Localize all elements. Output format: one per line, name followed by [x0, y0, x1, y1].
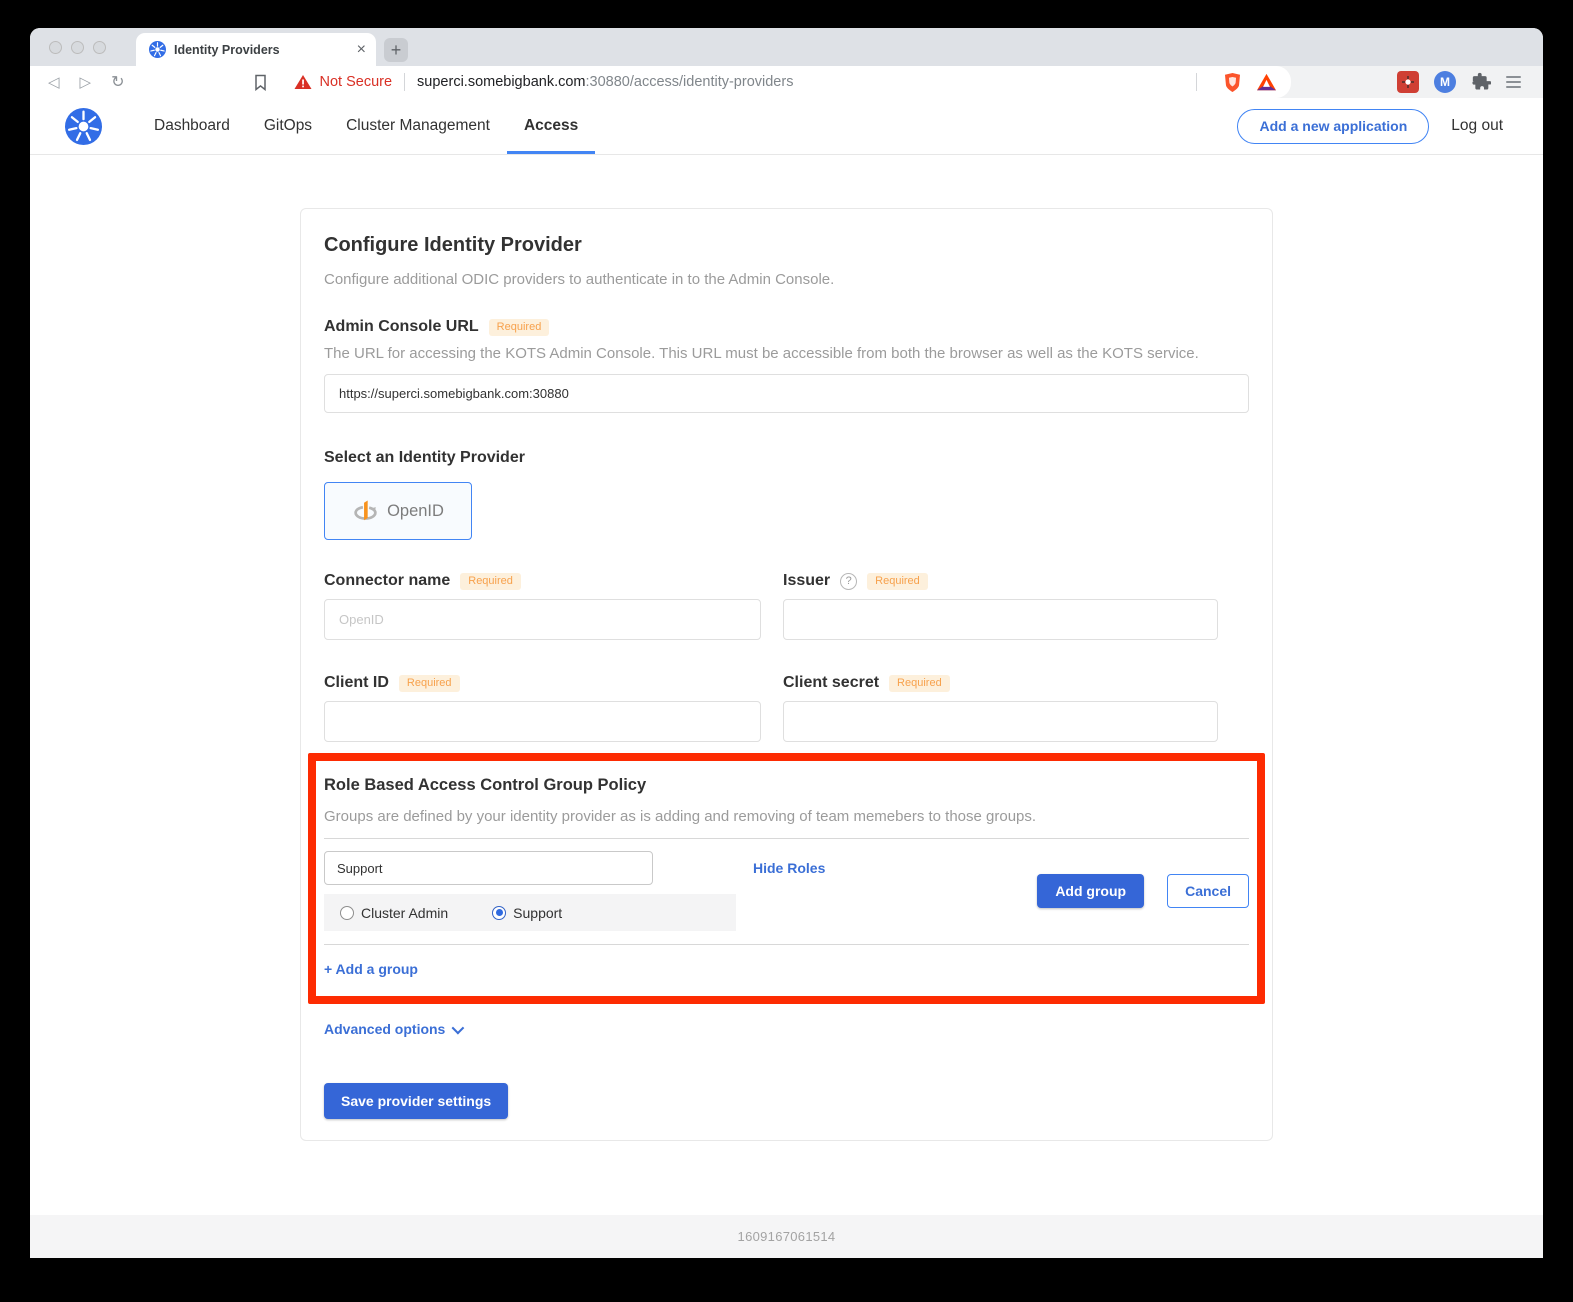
add-new-application-button[interactable]: Add a new application	[1237, 109, 1429, 144]
rbac-section-subtitle: Groups are defined by your identity prov…	[324, 808, 1249, 825]
url-path: :30880/access/identity-providers	[586, 74, 794, 90]
minimize-window-button[interactable]	[71, 41, 84, 54]
window-controls	[30, 31, 123, 64]
connector-name-input[interactable]	[324, 599, 761, 640]
security-chip[interactable]: Not Secure	[294, 74, 393, 90]
extension-icon[interactable]	[1397, 71, 1419, 93]
rbac-section-title: Role Based Access Control Group Policy	[324, 776, 1249, 795]
kubernetes-logo-icon	[65, 108, 102, 145]
admin-console-url-input[interactable]	[324, 374, 1249, 413]
connector-name-label: Connector name	[324, 572, 450, 590]
new-tab-button[interactable]: +	[384, 38, 408, 62]
chevron-down-icon	[452, 1021, 465, 1034]
warning-triangle-icon	[294, 74, 312, 90]
admin-console-url-label: Admin Console URL	[324, 318, 479, 336]
tab-title: Identity Providers	[174, 43, 349, 57]
required-badge: Required	[489, 319, 550, 336]
save-provider-settings-button[interactable]: Save provider settings	[324, 1083, 508, 1119]
nav-item-dashboard[interactable]: Dashboard	[137, 98, 247, 154]
advanced-options-label: Advanced options	[324, 1021, 445, 1037]
issuer-label: Issuer	[783, 572, 830, 590]
openid-provider-button[interactable]: OpenID	[324, 482, 472, 540]
app-header: Dashboard GitOps Cluster Management Acce…	[30, 98, 1543, 155]
client-id-label: Client ID	[324, 674, 389, 692]
divider	[324, 838, 1249, 839]
divider	[324, 944, 1249, 945]
client-id-input[interactable]	[324, 701, 761, 742]
openid-label: OpenID	[387, 502, 444, 521]
menu-icon[interactable]	[1506, 76, 1521, 88]
required-badge: Required	[867, 573, 928, 590]
radio-icon[interactable]	[340, 906, 354, 920]
main-content: Configure Identity Provider Configure ad…	[30, 155, 1543, 1215]
divider	[404, 73, 405, 91]
add-group-button[interactable]: Add group	[1037, 874, 1144, 908]
issuer-input[interactable]	[783, 599, 1218, 640]
advanced-options-toggle[interactable]: Advanced options	[324, 1021, 1249, 1037]
role-label: Cluster Admin	[361, 905, 448, 921]
address-bar[interactable]: ◁ ▷ ↻ Not Secure superci.somebigbank.com…	[30, 66, 1291, 98]
divider	[1196, 73, 1197, 91]
logout-link[interactable]: Log out	[1451, 117, 1503, 135]
url-host: superci.somebigbank.com	[417, 74, 585, 90]
required-badge: Required	[399, 675, 460, 692]
nav-item-gitops[interactable]: GitOps	[247, 98, 329, 154]
browser-window: Identity Providers × + ◁ ▷ ↻ Not Secure …	[30, 28, 1543, 1258]
maximize-window-button[interactable]	[93, 41, 106, 54]
browser-tab[interactable]: Identity Providers ×	[136, 33, 376, 66]
roles-panel: Cluster Admin Support	[324, 894, 736, 931]
tab-bar: Identity Providers × +	[30, 28, 1543, 66]
profile-avatar[interactable]: M	[1434, 71, 1456, 93]
extensions-puzzle-icon[interactable]	[1471, 72, 1491, 92]
page-subtitle: Configure additional ODIC providers to a…	[324, 271, 1249, 288]
group-editor-row: Cluster Admin Support Hide Roles Add gro…	[324, 851, 1249, 931]
toolbar-extensions: M	[1291, 66, 1543, 98]
openid-logo-icon	[352, 498, 379, 525]
group-name-input[interactable]	[324, 851, 653, 885]
required-badge: Required	[889, 675, 950, 692]
client-secret-input[interactable]	[783, 701, 1218, 742]
main-nav: Dashboard GitOps Cluster Management Acce…	[137, 98, 595, 154]
brave-shield-icon[interactable]	[1223, 72, 1242, 93]
bookmark-icon[interactable]	[253, 74, 268, 91]
configure-identity-provider-card: Configure Identity Provider Configure ad…	[300, 208, 1273, 1141]
nav-item-cluster-management[interactable]: Cluster Management	[329, 98, 507, 154]
close-window-button[interactable]	[49, 41, 62, 54]
security-label: Not Secure	[320, 74, 393, 90]
page-title: Configure Identity Provider	[324, 234, 1249, 257]
page-footer: 1609167061514	[30, 1215, 1543, 1258]
client-secret-label: Client secret	[783, 674, 879, 692]
browser-toolbar: ◁ ▷ ↻ Not Secure superci.somebigbank.com…	[30, 66, 1543, 98]
forward-icon[interactable]: ▷	[80, 73, 92, 91]
role-label: Support	[513, 905, 562, 921]
footer-timestamp: 1609167061514	[738, 1229, 836, 1244]
kubernetes-favicon-icon	[149, 41, 166, 58]
cancel-button[interactable]: Cancel	[1167, 874, 1249, 908]
select-provider-label: Select an Identity Provider	[324, 449, 1249, 467]
bat-token-icon[interactable]	[1256, 73, 1277, 92]
nav-item-access[interactable]: Access	[507, 98, 595, 154]
role-radio-support[interactable]: Support	[492, 905, 562, 921]
admin-console-url-description: The URL for accessing the KOTS Admin Con…	[324, 345, 1249, 362]
back-icon[interactable]: ◁	[48, 73, 60, 91]
hide-roles-link[interactable]: Hide Roles	[753, 860, 825, 876]
radio-icon[interactable]	[492, 906, 506, 920]
role-radio-cluster-admin[interactable]: Cluster Admin	[340, 905, 448, 921]
add-a-group-link[interactable]: + Add a group	[324, 961, 418, 977]
url-text: superci.somebigbank.com:30880/access/ide…	[417, 74, 793, 90]
reload-icon[interactable]: ↻	[111, 72, 124, 92]
annotation-rectangle: Role Based Access Control Group Policy G…	[308, 753, 1265, 1004]
tab-close-icon[interactable]: ×	[357, 42, 366, 58]
help-icon[interactable]: ?	[840, 573, 857, 590]
required-badge: Required	[460, 573, 521, 590]
